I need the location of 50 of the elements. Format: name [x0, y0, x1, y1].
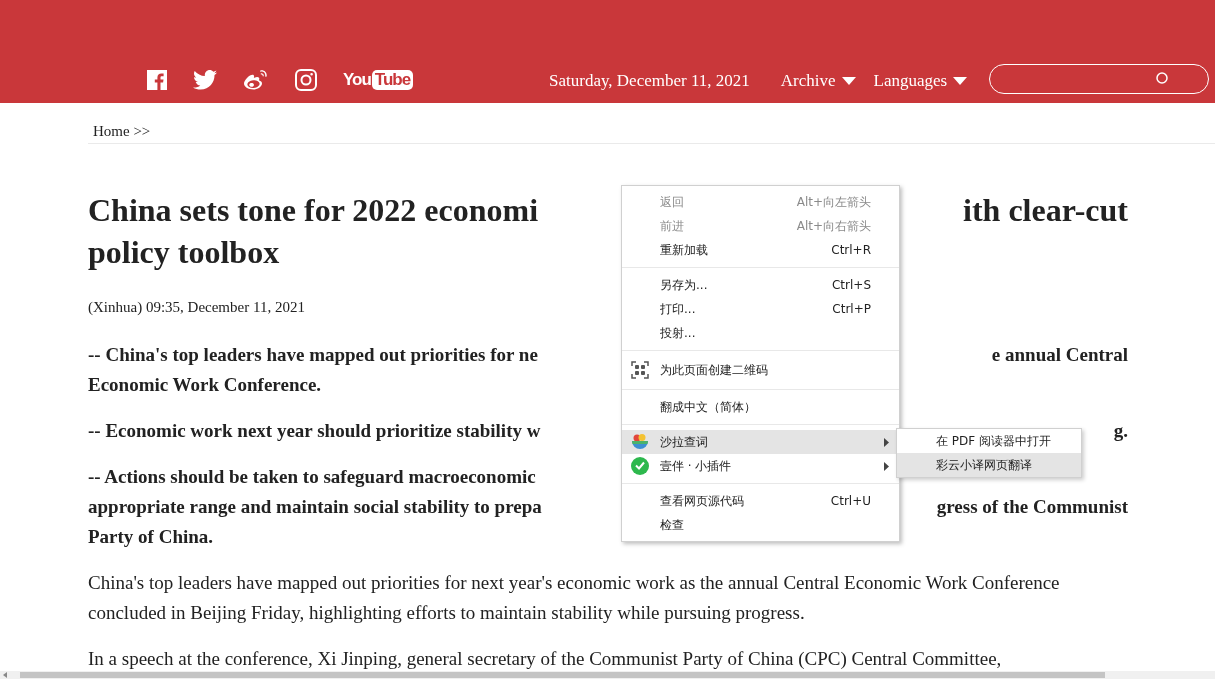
byline-text: (Xinhua) 09:35, December 11, 2021: [88, 299, 305, 316]
horizontal-scrollbar[interactable]: [0, 671, 1215, 679]
shortcut-text: Ctrl+P: [832, 302, 871, 316]
summary-text: -- Economic work next year should prioritize stability w: [88, 419, 541, 443]
menu-item[interactable]: 重新加载 Ctrl+R: [622, 238, 899, 262]
twitter-icon[interactable]: [193, 70, 217, 90]
headline-text: policy toolbox: [88, 233, 280, 272]
shortcut-text: Ctrl+S: [831, 278, 871, 292]
weibo-icon[interactable]: [243, 69, 269, 91]
menu-item[interactable]: 彩云小译网页翻译: [897, 453, 1081, 477]
facebook-icon[interactable]: [147, 70, 167, 90]
caret-icon: [953, 77, 968, 85]
summary-text: -- China's top leaders have mapped out priorities for ne: [88, 343, 538, 367]
headline-text: China sets tone for 2022 economi: [88, 191, 539, 230]
summary-text: -- Actions should be taken to safeguard macroeconomic: [88, 465, 536, 489]
shortcut-text: Ctrl+R: [831, 243, 871, 257]
paragraph-text: China's top leaders have mapped out priorities for next year's economic work as the annual Central Economic Work Conference concluded in Beijing Friday, highlighting efforts to maintain stability while pursuing progress.: [88, 571, 1061, 625]
shortcut-text: Alt+向左箭头: [796, 193, 871, 211]
bowl-icon: [631, 433, 649, 451]
menu-item[interactable]: 在 PDF 阅读器中打开: [897, 429, 1081, 453]
menu-item[interactable]: 沙拉查词: [622, 430, 899, 454]
summary-text: g.: [1113, 419, 1128, 443]
caret-icon: [841, 77, 856, 85]
qr-code-icon: [631, 361, 649, 379]
menu-item[interactable]: 另存为... Ctrl+S: [622, 273, 899, 297]
summary-text: gress of the Communist: [936, 495, 1128, 519]
breadcrumb[interactable]: Home >>: [88, 103, 1128, 143]
menu-item[interactable]: 查看网页源代码 Ctrl+U: [622, 489, 899, 513]
summary-text: e annual Central: [991, 343, 1128, 367]
headline-text: ith clear-cut: [963, 191, 1128, 230]
nav-dropdown[interactable]: Archive: [780, 71, 856, 91]
menu-item[interactable]: 翻成中文（简体）: [622, 395, 899, 419]
summary-text: appropriate range and maintain social stability to prepa: [88, 495, 542, 519]
menu-item[interactable]: 为此页面创建二维码: [622, 356, 899, 384]
search-icon: [1156, 72, 1171, 86]
date-text: Saturday, December 11, 2021: [549, 71, 750, 91]
instagram-icon[interactable]: [295, 69, 317, 91]
menu-item[interactable]: 壹伴 · 小插件: [622, 454, 899, 478]
submenu-arrow-icon: [884, 438, 889, 447]
nav-dropdown[interactable]: Languages: [873, 71, 968, 91]
menu-item[interactable]: 投射...: [622, 321, 899, 345]
submenu-arrow-icon: [884, 462, 889, 471]
menu-item[interactable]: 检查: [622, 513, 899, 537]
summary-text: Party of China.: [88, 525, 214, 549]
summary-text: Economic Work Conference.: [88, 373, 322, 397]
menu-item[interactable]: 打印... Ctrl+P: [622, 297, 899, 321]
shortcut-text: Ctrl+U: [830, 494, 871, 508]
paragraph-text: In a speech at the conference, Xi Jinping, general secretary of the Communist Party of China (CPC) Central Committee,: [88, 647, 1003, 671]
shortcut-text: Alt+向右箭头: [796, 217, 871, 235]
check-circle-icon: [631, 457, 649, 475]
